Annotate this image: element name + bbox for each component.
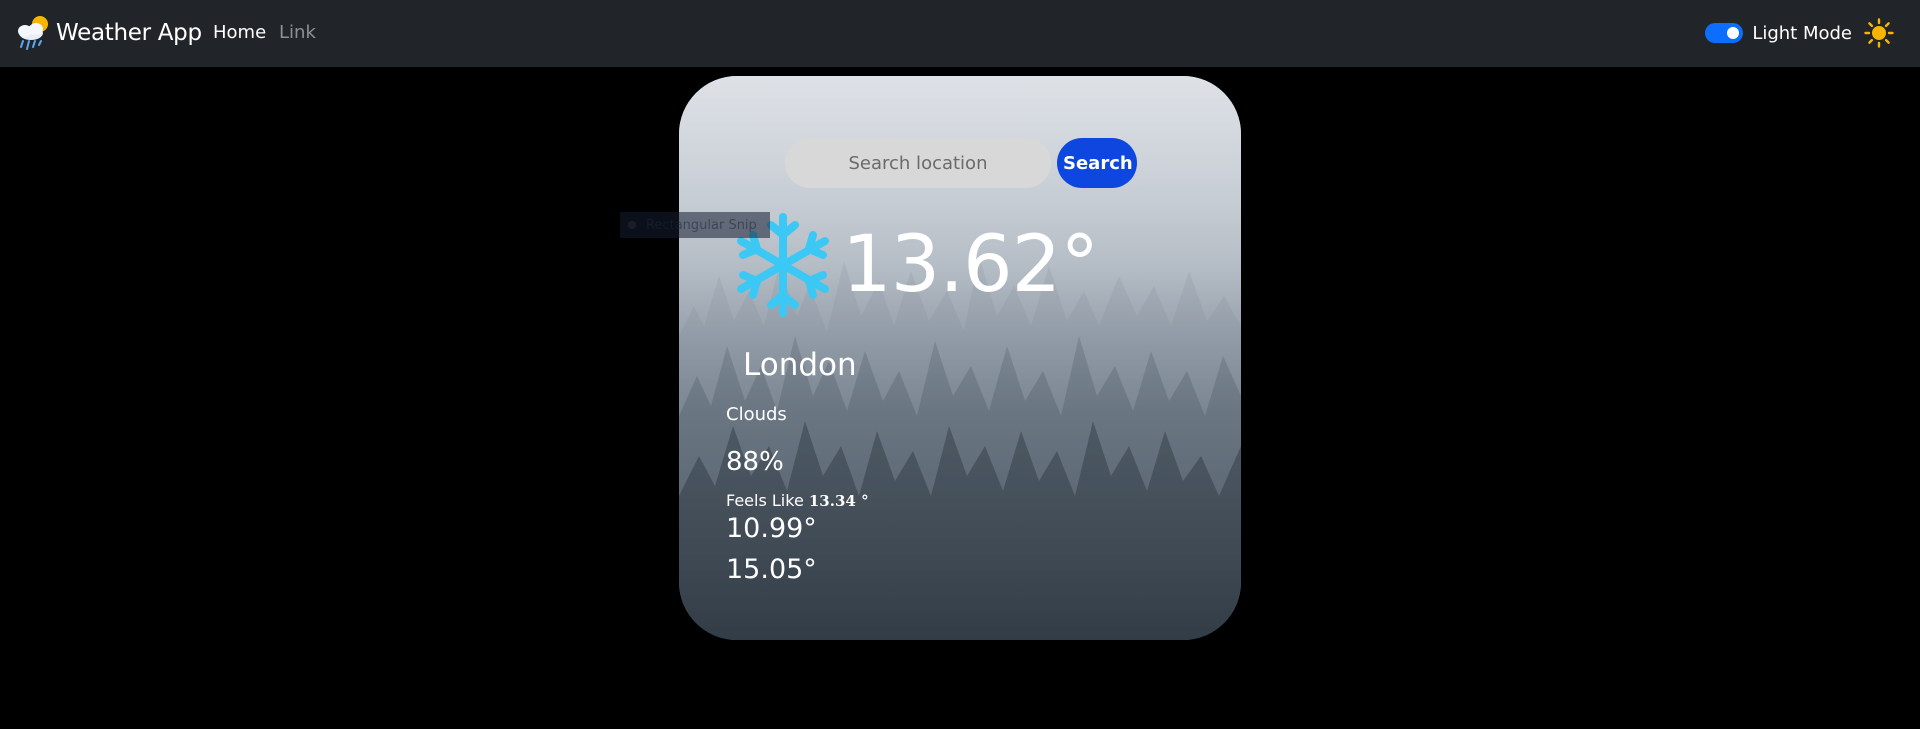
search-button[interactable]: Search (1057, 138, 1137, 188)
snip-tooltip: Rectangular Snip (620, 212, 770, 238)
temp-max: 15.05° (726, 554, 817, 585)
mode-toggle-group: Light Mode (1705, 18, 1894, 48)
nav-link-home[interactable]: Home (213, 22, 266, 43)
current-temperature: 13.62° (842, 220, 1099, 310)
switch-knob (1727, 27, 1740, 39)
brand-title: Weather App (56, 20, 202, 46)
city-name: London (743, 347, 857, 383)
navbar: Weather App Home Link Light Mode (0, 0, 1920, 67)
weather-card: Search 13.62° London Clouds 88% Feels Li… (679, 76, 1241, 640)
brand-link[interactable]: Weather App (14, 14, 202, 52)
nav-link-link[interactable]: Link (279, 22, 316, 43)
sun-icon (1864, 18, 1894, 48)
snip-dot-icon (628, 221, 636, 229)
rain-cloud-sun-icon (18, 16, 48, 50)
light-mode-switch[interactable] (1705, 23, 1744, 43)
snip-tooltip-text: Rectangular Snip (646, 217, 757, 233)
feels-like: Feels Like 13.34 ° (726, 491, 869, 510)
feels-like-value: 13.34 ° (808, 492, 869, 510)
humidity-value: 88% (726, 447, 784, 477)
temp-min: 10.99° (726, 513, 817, 544)
light-mode-label[interactable]: Light Mode (1752, 23, 1852, 44)
feels-like-label: Feels Like (726, 491, 804, 510)
search-row: Search (785, 138, 1137, 188)
weather-condition: Clouds (726, 404, 787, 425)
search-input[interactable] (785, 138, 1051, 188)
